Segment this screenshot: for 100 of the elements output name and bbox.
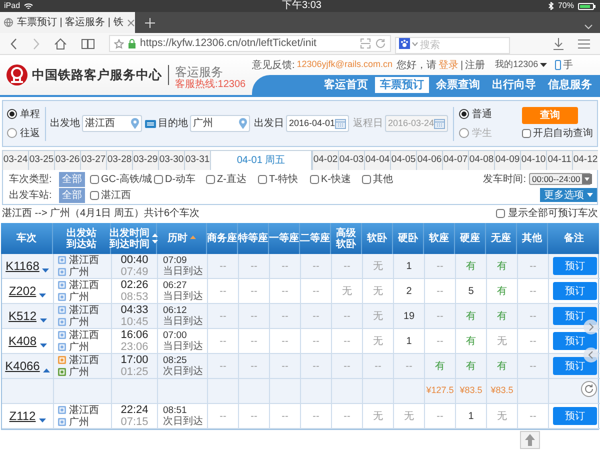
filter-all-tag[interactable]: 全部 (59, 188, 85, 202)
book-icon[interactable] (81, 38, 95, 49)
feedback-email-link[interactable]: 12306yjfk@rails.com.cn (296, 58, 392, 72)
column-header[interactable]: 二等座 (300, 233, 330, 244)
scroll-to-top-icon[interactable] (520, 431, 540, 449)
checkbox[interactable] (206, 174, 215, 184)
date-tab[interactable]: 04-02 (312, 150, 338, 170)
date-tab[interactable]: 04-07 (442, 150, 468, 170)
filter-all-tag[interactable]: 全部 (59, 172, 85, 186)
book-button[interactable]: 预订 (553, 357, 597, 375)
chevron-left-icon[interactable] (583, 347, 599, 363)
globe-icon (4, 18, 13, 27)
date-tab[interactable]: 04-05 (390, 150, 416, 170)
book-button[interactable]: 预订 (553, 307, 597, 325)
date-tab[interactable]: 04-12 (572, 150, 598, 170)
checkbox[interactable] (362, 174, 371, 184)
more-options-button[interactable]: 更多选项 (540, 188, 597, 202)
date-tab[interactable]: 03-31 (184, 150, 210, 170)
date-tab[interactable]: 04-04 (364, 150, 390, 170)
date-tab[interactable]: 04-01 周五 (210, 150, 312, 170)
date-tab[interactable]: 03-30 (158, 150, 184, 170)
date-tab[interactable]: 03-25 (28, 150, 54, 170)
caret-icon[interactable] (540, 63, 548, 67)
book-button[interactable]: 预订 (553, 282, 597, 300)
column-header[interactable]: 出发站 到达站 (66, 228, 96, 250)
home-icon[interactable] (54, 38, 67, 50)
nav-tab[interactable]: 余票查询 (431, 77, 485, 93)
chevron-down-icon[interactable] (584, 24, 593, 30)
mobile-link-text[interactable]: 手 (563, 58, 574, 72)
station-field[interactable]: 湛江西 (82, 115, 142, 132)
column-header[interactable]: 硬卧 (398, 233, 418, 244)
register-link[interactable]: 注册 (465, 58, 486, 72)
date-tab[interactable]: 04-09 (494, 150, 520, 170)
train-number-link[interactable]: Z112 (9, 407, 36, 425)
date-tab[interactable]: 03-28 (106, 150, 132, 170)
plus-icon[interactable] (145, 18, 155, 28)
train-number-link[interactable]: K1168 (6, 257, 40, 275)
date-tab[interactable]: 04-03 (338, 150, 364, 170)
refresh-icon[interactable] (581, 381, 597, 397)
browser-tab[interactable]: 车票预订 | 客运服务 | 铁 (0, 12, 135, 33)
date-tab[interactable]: 03-29 (132, 150, 158, 170)
checkbox[interactable] (258, 174, 267, 184)
column-header[interactable]: 其他 (522, 233, 542, 244)
train-number-link[interactable]: Z202 (8, 282, 36, 300)
account-link[interactable]: 我的12306 (495, 58, 538, 72)
radio-button[interactable] (7, 109, 17, 119)
query-button[interactable]: 查询 (522, 106, 578, 124)
date-tab[interactable]: 03-24 (2, 150, 28, 170)
checkbox[interactable] (90, 174, 99, 184)
nav-tab[interactable]: 车票预订 (375, 77, 429, 93)
checkbox[interactable] (310, 174, 319, 184)
date-tab[interactable]: 03-26 (54, 150, 80, 170)
date-tab[interactable]: 04-10 (520, 150, 546, 170)
search-field[interactable]: 搜索 (395, 36, 510, 54)
date-tab[interactable]: 04-11 (546, 150, 572, 170)
station-field[interactable]: 广州 (190, 115, 250, 132)
column-header[interactable]: 备注 (564, 233, 584, 244)
column-header[interactable]: 无座 (491, 233, 511, 244)
nav-tab[interactable]: 出行向导 (487, 77, 541, 93)
swap-icon[interactable] (145, 120, 156, 128)
column-header[interactable]: 特等座 (238, 233, 268, 244)
checkbox[interactable] (522, 128, 531, 138)
seat-availability: 无 (373, 410, 383, 424)
book-button[interactable]: 预订 (553, 332, 597, 350)
chevron-right-icon[interactable] (583, 319, 599, 335)
column-header[interactable]: 软卧 (367, 233, 387, 244)
checkbox[interactable] (154, 174, 163, 184)
date-field[interactable]: 2016-04-01 (286, 115, 349, 132)
reload-icon[interactable] (375, 38, 386, 49)
time-select[interactable]: 00:00--24:00 (529, 173, 591, 185)
checkbox[interactable] (496, 209, 505, 218)
nav-tab[interactable]: 信息服务 (543, 77, 597, 93)
nav-tab[interactable]: 客运首页 (319, 77, 373, 93)
checkbox[interactable] (90, 190, 99, 200)
date-tab[interactable]: 03-27 (80, 150, 106, 170)
train-number-link[interactable]: K512 (8, 307, 37, 325)
column-header[interactable]: 一等座 (269, 233, 299, 244)
radio-button[interactable] (7, 128, 17, 138)
close-icon[interactable] (127, 18, 136, 26)
column-header[interactable]: 车次 (16, 233, 36, 244)
date-tab[interactable]: 04-06 (416, 150, 442, 170)
column-header[interactable]: 出发时间 到达时间 (110, 228, 150, 250)
download-icon[interactable] (553, 38, 564, 50)
column-header[interactable]: 高级 软卧 (336, 228, 356, 250)
book-button[interactable]: 预订 (553, 407, 597, 425)
sort-icon[interactable] (152, 233, 158, 244)
menu-icon[interactable] (578, 38, 590, 48)
column-header[interactable]: 历时 (168, 233, 188, 244)
column-header[interactable]: 硬座 (460, 233, 480, 244)
radio-button[interactable] (459, 109, 469, 119)
column-header[interactable]: 软座 (429, 233, 449, 244)
date-tab[interactable]: 04-08 (468, 150, 494, 170)
back-icon[interactable] (10, 38, 18, 50)
train-number-link[interactable]: K4066 (5, 357, 40, 375)
address-field[interactable]: https://kyfw.12306.cn/otn/leftTicket/init (109, 35, 391, 52)
column-header[interactable]: 商务座 (207, 233, 237, 244)
book-button[interactable]: 预订 (553, 257, 597, 275)
scan-icon[interactable] (360, 38, 371, 49)
login-link[interactable]: 登录 (438, 58, 458, 72)
train-number-link[interactable]: K408 (8, 332, 37, 350)
